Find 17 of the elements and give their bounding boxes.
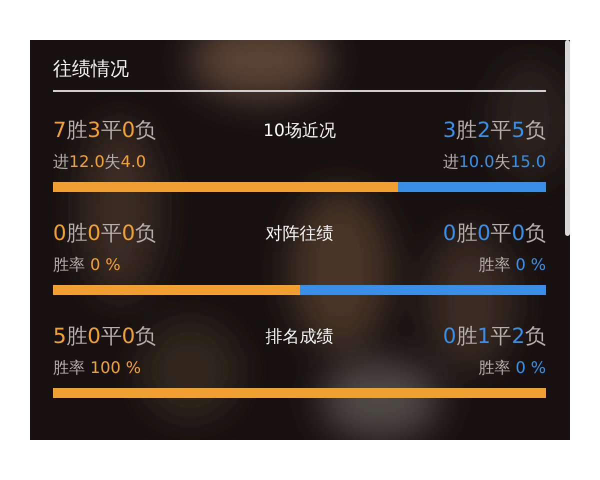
away-detail: 胜率 0 %: [478, 358, 546, 379]
scrollbar[interactable]: [565, 40, 570, 236]
away-detail: 胜率 0 %: [478, 255, 546, 276]
section-title: 往绩情况: [53, 56, 546, 92]
home-record: 7胜3平0负: [53, 117, 158, 144]
row-label: 10场近况: [263, 120, 336, 142]
home-detail: 进12.0失4.0: [53, 152, 146, 173]
away-record: 3胜2平5负: [442, 117, 546, 144]
away-record: 0胜0平0负: [442, 220, 546, 247]
home-record: 5胜0平0负: [53, 323, 158, 350]
row-label: 对阵往绩: [266, 222, 334, 244]
home-detail: 胜率 0 %: [53, 255, 121, 276]
home-record: 0胜0平0负: [53, 220, 158, 247]
away-record: 0胜1平2负: [442, 323, 546, 350]
away-detail: 进10.0失15.0: [442, 152, 546, 173]
home-detail: 胜率 100 %: [53, 358, 141, 379]
row-label: 排名成绩: [266, 326, 334, 348]
